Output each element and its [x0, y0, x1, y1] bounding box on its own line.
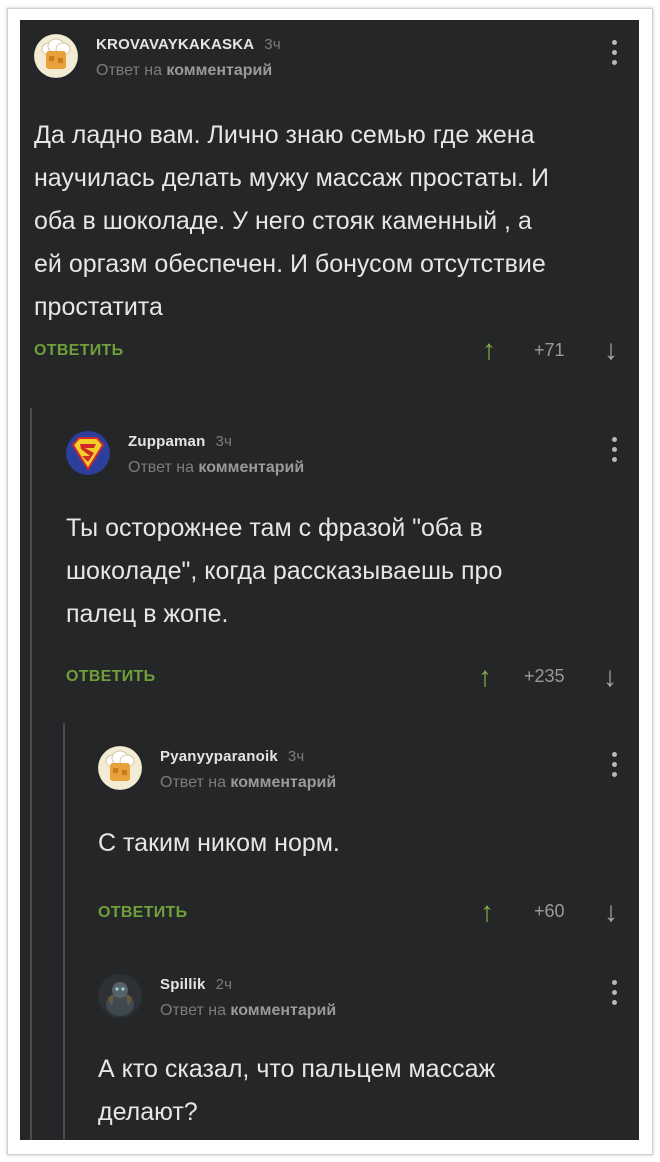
superman-logo-avatar-icon[interactable] [66, 431, 110, 475]
comment-time: 3ч [287, 748, 305, 765]
comment-text-line: оба в шоколаде. У него стояк каменный , … [34, 207, 532, 235]
thread-line-level-2[interactable] [63, 723, 65, 1140]
comment-text: Ты осторожнее там с фразой "оба в шокола… [66, 507, 502, 636]
reply-to-line: Ответ на комментарий [160, 774, 336, 792]
reply-button[interactable]: ОТВЕТИТЬ [66, 668, 155, 686]
comment-author[interactable]: Zuppaman 3ч [128, 433, 232, 450]
reply-link[interactable]: комментарий [230, 774, 336, 791]
comment-text-line: палец в жопе. [66, 600, 229, 628]
comment-author[interactable]: KROVAVAYKAKASKA 3ч [96, 36, 281, 53]
author-name[interactable]: Zuppaman [128, 433, 205, 450]
upvote-icon[interactable]: ↑ [482, 336, 496, 364]
downvote-icon[interactable]: ↓ [604, 336, 618, 364]
chef-hat-avatar-icon[interactable] [34, 34, 78, 78]
rating-count: +235 [524, 666, 565, 686]
reply-to-line: Ответ на комментарий [96, 62, 272, 80]
vertical-dots-icon[interactable] [610, 752, 618, 782]
comment-text-line: научилась делать мужу массаж простаты. И [34, 164, 549, 192]
comment-text-line: шоколаде", когда рассказываешь про [66, 557, 503, 585]
vertical-dots-icon[interactable] [610, 980, 618, 1010]
comment-text-line: Да ладно вам. Лично знаю семью где жена [34, 121, 535, 149]
comment-4: Spillik 2ч Ответ на комментарий А кто ска… [98, 974, 624, 1140]
reply-prefix: Ответ на [128, 459, 194, 476]
comments-panel: KROVAVAYKAKASKA 3ч Ответ на комментарий Д… [20, 20, 639, 1140]
comment-text-line: С таким ником норм. [98, 829, 340, 857]
rating-count: +60 [534, 901, 565, 921]
dark-character-avatar-icon[interactable] [98, 974, 142, 1018]
thread-line-level-1[interactable] [30, 408, 32, 1140]
comment-3: Pyanyyparanoik 3ч Ответ на комментарий С … [98, 746, 624, 926]
downvote-icon[interactable]: ↓ [604, 898, 618, 926]
comment-text-line: А кто сказал, что пальцем массаж [98, 1055, 496, 1083]
chef-hat-avatar-icon[interactable] [98, 746, 142, 790]
reply-prefix: Ответ на [160, 1002, 226, 1019]
comment-author[interactable]: Spillik 2ч [160, 976, 232, 993]
reply-prefix: Ответ на [96, 62, 162, 79]
comment-text-line: Ты осторожнее там с фразой "оба в [66, 514, 483, 542]
reply-button[interactable]: ОТВЕТИТЬ [98, 904, 187, 922]
author-name[interactable]: Pyanyyparanoik [160, 748, 278, 765]
upvote-icon[interactable]: ↑ [480, 898, 494, 926]
comment-text-line: делают? [98, 1098, 198, 1126]
comment-time: 3ч [264, 36, 281, 53]
comment-2: Zuppaman 3ч Ответ на комментарий Ты остор… [66, 431, 624, 701]
reply-link[interactable]: комментарий [230, 1002, 336, 1019]
reply-link[interactable]: комментарий [166, 62, 272, 79]
author-name[interactable]: Spillik [160, 976, 206, 993]
downvote-icon[interactable]: ↓ [603, 663, 617, 691]
vertical-dots-icon[interactable] [610, 437, 618, 467]
reply-prefix: Ответ на [160, 774, 226, 791]
vertical-dots-icon[interactable] [610, 40, 618, 70]
reply-to-line: Ответ на комментарий [128, 459, 304, 477]
reply-to-line: Ответ на комментарий [160, 1002, 336, 1020]
comment-1: KROVAVAYKAKASKA 3ч Ответ на комментарий Д… [34, 34, 624, 374]
rating-count: +71 [534, 340, 565, 360]
author-name[interactable]: KROVAVAYKAKASKA [96, 36, 254, 53]
comment-text-line: простатита [34, 293, 163, 321]
reply-button[interactable]: ОТВЕТИТЬ [34, 342, 123, 360]
comment-time: 3ч [215, 433, 232, 450]
comment-author[interactable]: Pyanyyparanoik 3ч [160, 748, 304, 765]
comment-text-line: ей оргазм обеспечен. И бонусом отсутстви… [34, 250, 546, 278]
comment-text: А кто сказал, что пальцем массаж делают? [98, 1048, 495, 1134]
upvote-icon[interactable]: ↑ [478, 663, 492, 691]
comment-time: 2ч [215, 976, 233, 993]
comment-text: С таким ником норм. [98, 822, 340, 865]
comment-text: Да ладно вам. Лично знаю семью где жена … [34, 114, 549, 329]
reply-link[interactable]: комментарий [198, 459, 304, 476]
